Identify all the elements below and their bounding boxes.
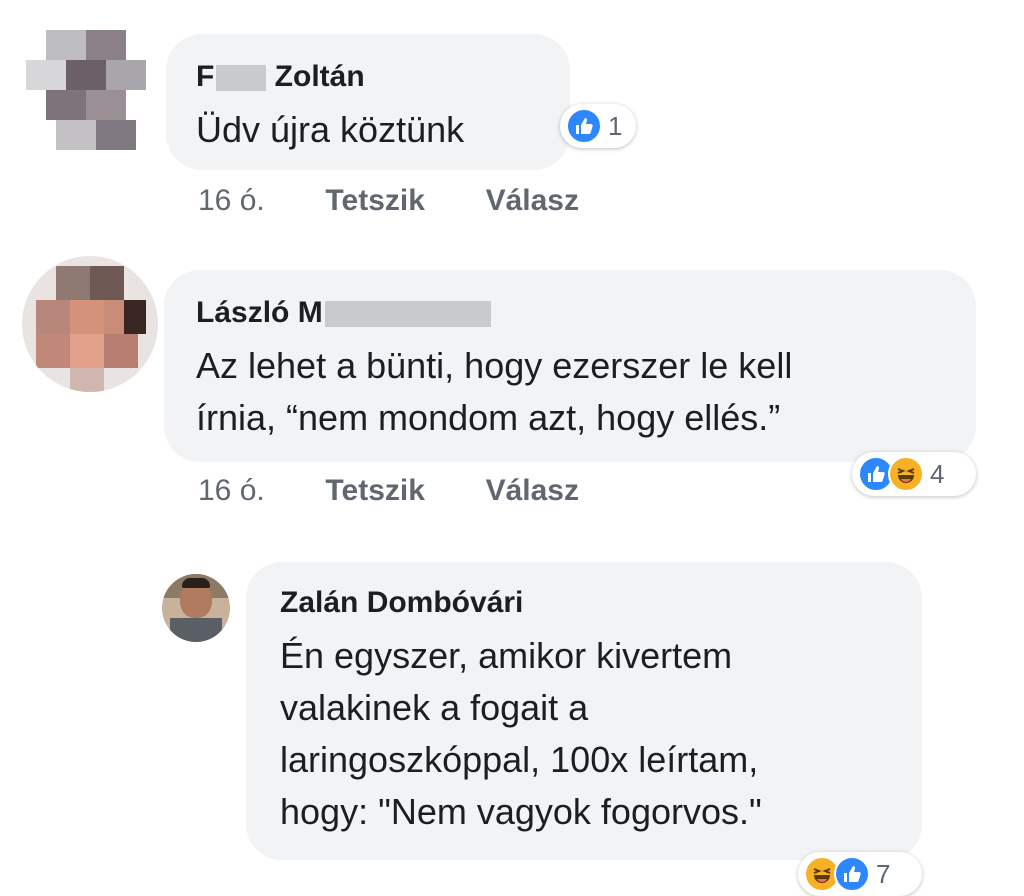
author-first-name[interactable]: László M bbox=[196, 296, 323, 329]
comment-text-line: valakinek a fogait a bbox=[280, 687, 589, 728]
reaction-count: 7 bbox=[876, 858, 891, 889]
comment-actions: 16 ó. Tetszik Válasz bbox=[198, 474, 579, 508]
comment-timestamp[interactable]: 16 ó. bbox=[198, 184, 265, 217]
blurred-name-segment bbox=[216, 65, 267, 92]
reply-link[interactable]: Válasz bbox=[486, 474, 579, 507]
comment-author[interactable]: F Zoltán bbox=[196, 60, 365, 94]
comment-text-line: laringoszkóppal, 100x leírtam, bbox=[280, 739, 759, 780]
like-icon bbox=[566, 108, 602, 144]
like-link[interactable]: Tetszik bbox=[325, 184, 424, 217]
haha-icon bbox=[888, 456, 924, 492]
comment-timestamp[interactable]: 16 ó. bbox=[198, 474, 265, 507]
comment-text-line: Az lehet a bünti, hogy ezerszer le kell bbox=[196, 345, 793, 386]
comment-actions: 16 ó. Tetszik Válasz bbox=[198, 184, 579, 218]
comment-text: Üdv újra köztünk bbox=[196, 104, 464, 156]
author-name[interactable]: Zalán Dombóvári bbox=[280, 586, 523, 619]
reaction-count: 1 bbox=[608, 110, 623, 141]
reaction-summary[interactable]: 1 bbox=[560, 104, 636, 148]
reply-link[interactable]: Válasz bbox=[486, 184, 579, 217]
author-first-name[interactable]: F bbox=[196, 60, 214, 93]
comment-text: Az lehet a bünti, hogy ezerszer le kell … bbox=[196, 340, 792, 444]
comment-text-line: írnia, “nem mondom azt, hogy ellés.” bbox=[196, 397, 781, 438]
comment-author[interactable]: Zalán Dombóvári bbox=[280, 586, 523, 620]
like-link[interactable]: Tetszik bbox=[325, 474, 424, 507]
author-last-name[interactable]: Zoltán bbox=[275, 60, 365, 93]
avatar-pixelated[interactable] bbox=[22, 256, 158, 392]
avatar[interactable] bbox=[162, 574, 230, 642]
comment-author[interactable]: László M bbox=[196, 296, 491, 330]
reaction-summary[interactable]: 4 bbox=[852, 452, 976, 496]
comment-text-line: Üdv újra köztünk bbox=[196, 109, 465, 150]
comment-text-line: hogy: "Nem vagyok fogorvos." bbox=[280, 791, 762, 832]
reaction-summary[interactable]: 7 bbox=[798, 852, 922, 896]
like-icon bbox=[834, 856, 870, 892]
comment-text: Én egyszer, amikor kivertem valakinek a … bbox=[280, 630, 762, 838]
comment-text-line: Én egyszer, amikor kivertem bbox=[280, 635, 733, 676]
reaction-count: 4 bbox=[930, 458, 945, 489]
blurred-name-segment bbox=[324, 301, 491, 328]
avatar-pixelated[interactable] bbox=[26, 30, 146, 150]
